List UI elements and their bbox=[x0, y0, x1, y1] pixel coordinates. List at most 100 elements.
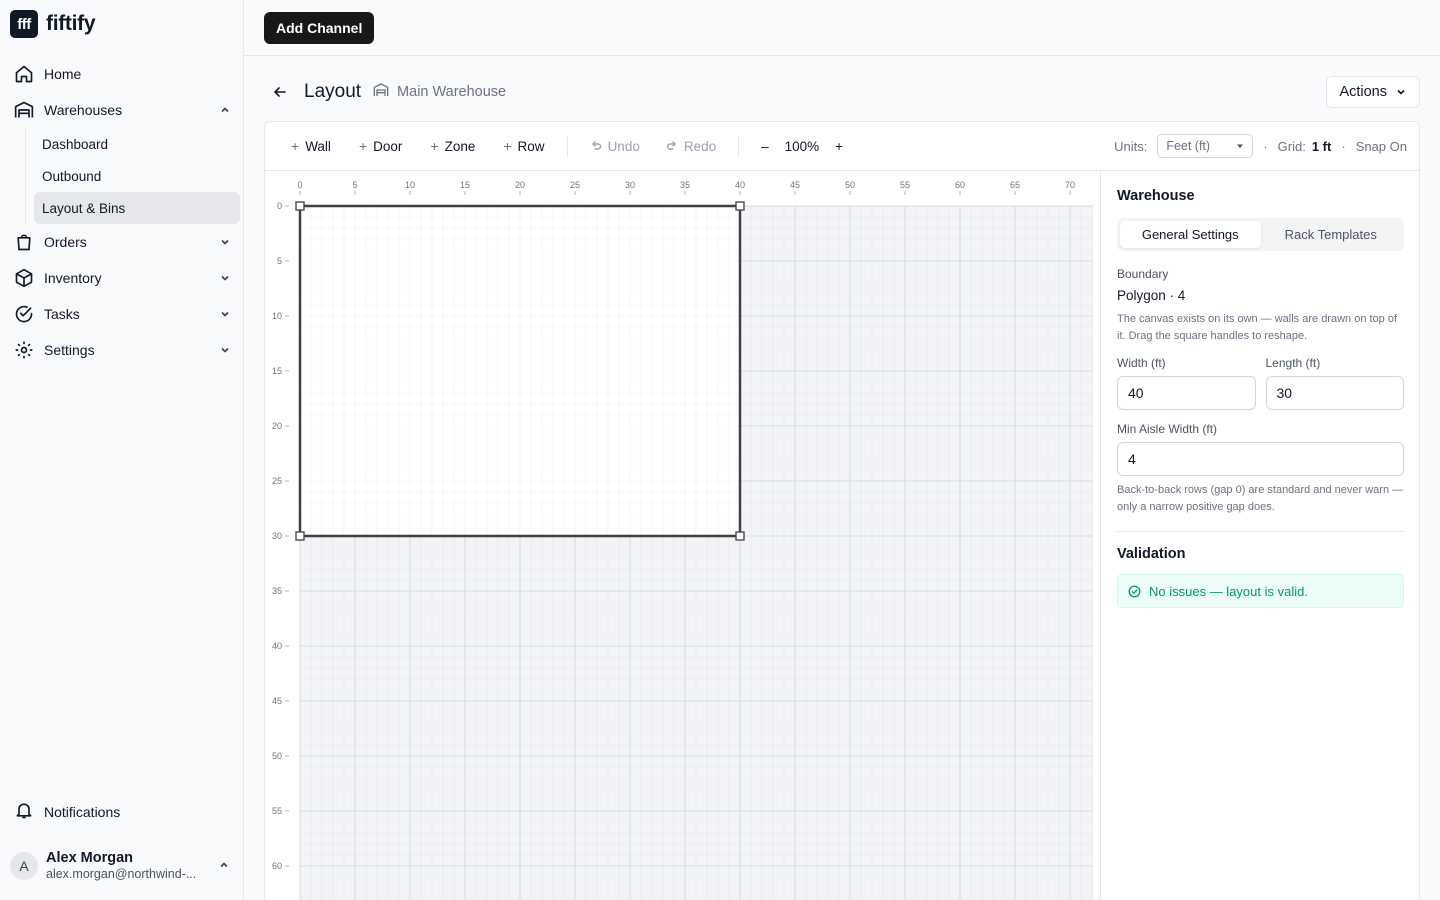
warehouses-subnav: Dashboard Outbound Layout & Bins bbox=[25, 128, 240, 224]
ruler-x-label: 50 bbox=[845, 180, 855, 190]
actions-button[interactable]: Actions bbox=[1326, 76, 1420, 108]
layout-canvas[interactable]: 0 5 10 15 20 25 30 35 40 45 50 55 60 65 70 0 5 10 15 20 25 30… bbox=[265, 172, 1100, 900]
boundary-label: Boundary bbox=[1117, 267, 1169, 281]
properties-panel: Warehouse General Settings Rack Template… bbox=[1100, 172, 1419, 900]
sidebar-item-home[interactable]: Home bbox=[8, 56, 240, 92]
add-door-label: Door bbox=[373, 138, 403, 154]
add-wall-button[interactable]: + Wall bbox=[281, 131, 341, 161]
validation-message: No issues — layout is valid. bbox=[1149, 583, 1308, 599]
avatar: A bbox=[10, 852, 38, 880]
chevron-up-icon bbox=[218, 858, 230, 874]
ruler-y-label: 25 bbox=[272, 476, 282, 486]
breadcrumb-warehouse[interactable]: Main Warehouse bbox=[397, 84, 506, 100]
sidebar-item-tasks[interactable]: Tasks bbox=[8, 296, 240, 332]
aisle-label: Min Aisle Width (ft) bbox=[1117, 422, 1218, 436]
undo-label: Undo bbox=[607, 138, 640, 154]
warehouse-icon bbox=[14, 100, 34, 120]
snap-toggle[interactable]: Snap On bbox=[1356, 139, 1407, 154]
boundary-handle[interactable] bbox=[735, 201, 745, 211]
sidebar-item-label: Tasks bbox=[44, 306, 80, 322]
sidebar: fff fiftify Home Warehouses Dashboard Ou… bbox=[0, 0, 244, 900]
boundary-handle[interactable] bbox=[735, 531, 745, 541]
boundary-handle[interactable] bbox=[295, 201, 305, 211]
editor-toolbar: + Wall + Door + Zone + Row Undo Redo – 100% … bbox=[265, 122, 1419, 171]
boundary-hint: The canvas exists on its own — walls are… bbox=[1117, 313, 1398, 342]
length-field: Length (ft) bbox=[1265, 356, 1404, 410]
length-input[interactable] bbox=[1265, 376, 1404, 410]
zoom-out-button[interactable]: – bbox=[751, 131, 779, 161]
sidebar-subitem-outbound[interactable]: Outbound bbox=[34, 160, 240, 192]
sidebar-item-label: Inventory bbox=[44, 270, 102, 286]
zoom-in-button[interactable]: + bbox=[825, 131, 853, 161]
ruler-x-label: 5 bbox=[352, 180, 357, 190]
sidebar-item-orders[interactable]: Orders bbox=[8, 224, 240, 260]
check-circle-icon bbox=[1128, 585, 1141, 597]
ruler-y-label: 50 bbox=[272, 751, 282, 761]
ruler-x-label: 20 bbox=[515, 180, 525, 190]
ruler-y-label: 35 bbox=[272, 586, 282, 596]
plus-icon: + bbox=[430, 138, 439, 154]
redo-icon bbox=[666, 141, 676, 150]
length-label: Length (ft) bbox=[1265, 356, 1321, 370]
page-header: Layout Main Warehouse Actions bbox=[264, 72, 1420, 112]
tab-rack-templates[interactable]: Rack Templates bbox=[1261, 221, 1402, 248]
chevron-down-icon bbox=[218, 307, 232, 321]
chevron-down-icon bbox=[218, 271, 232, 285]
width-input[interactable] bbox=[1117, 376, 1256, 410]
caret-down-icon bbox=[1237, 144, 1244, 148]
ruler-x-label: 45 bbox=[790, 180, 800, 190]
sidebar-item-warehouses[interactable]: Warehouses bbox=[8, 92, 240, 128]
ruler-y-label: 0 bbox=[277, 201, 282, 211]
validation-status: No issues — layout is valid. bbox=[1117, 574, 1404, 608]
user-menu[interactable]: A Alex Morgan alex.morgan@northwind-... bbox=[10, 846, 234, 886]
sidebar-nav: Home Warehouses Dashboard Outbound Layou… bbox=[8, 56, 240, 368]
ruler-y-label: 20 bbox=[272, 421, 282, 431]
units-select[interactable]: Feet (ft) bbox=[1157, 134, 1254, 158]
redo-button[interactable]: Redo bbox=[656, 131, 726, 161]
ruler-y-label: 15 bbox=[272, 366, 282, 376]
add-zone-button[interactable]: + Zone bbox=[420, 131, 485, 161]
grid-value: 1 ft bbox=[1311, 138, 1332, 154]
zoom-level: 100% bbox=[784, 138, 820, 154]
sidebar-item-settings[interactable]: Settings bbox=[8, 332, 240, 368]
canvas-svg[interactable]: 0 5 10 15 20 25 30 35 40 45 50 55 60 65 70 0 5 10 15 20 25 30… bbox=[265, 172, 1100, 900]
topbar: Add Channel bbox=[244, 0, 1440, 56]
toolbar-divider bbox=[566, 136, 568, 156]
add-row-button[interactable]: + Row bbox=[493, 131, 554, 161]
toolbar-divider bbox=[738, 136, 740, 156]
tab-general-settings[interactable]: General Settings bbox=[1120, 221, 1261, 248]
ruler-x-label: 35 bbox=[680, 180, 690, 190]
brand[interactable]: fff fiftify bbox=[10, 10, 96, 38]
ruler-x-label: 30 bbox=[625, 180, 635, 190]
ruler-y-label: 40 bbox=[272, 641, 282, 651]
ruler-x-label: 65 bbox=[1010, 180, 1020, 190]
arrow-left-icon bbox=[273, 87, 286, 97]
panel-tabs: General Settings Rack Templates bbox=[1117, 218, 1404, 251]
sidebar-item-inventory[interactable]: Inventory bbox=[8, 260, 240, 296]
add-door-button[interactable]: + Door bbox=[349, 131, 412, 161]
units-label: Units: bbox=[1114, 138, 1148, 154]
user-email: alex.morgan@northwind-... bbox=[46, 867, 197, 882]
dimensions-row: Width (ft) Length (ft) bbox=[1117, 356, 1404, 410]
aisle-row: Min Aisle Width (ft) bbox=[1117, 422, 1404, 476]
notifications-label: Notifications bbox=[44, 803, 121, 820]
back-button[interactable] bbox=[264, 76, 296, 108]
boundary-handle[interactable] bbox=[295, 531, 305, 541]
panel-title: Warehouse bbox=[1117, 188, 1195, 204]
aisle-input[interactable] bbox=[1117, 442, 1404, 476]
ruler-y-label: 30 bbox=[272, 531, 282, 541]
width-label: Width (ft) bbox=[1117, 356, 1166, 370]
sidebar-subitem-layout-bins[interactable]: Layout & Bins bbox=[34, 192, 240, 224]
width-field: Width (ft) bbox=[1117, 356, 1256, 410]
notifications-button[interactable]: Notifications bbox=[14, 800, 120, 823]
undo-button[interactable]: Undo bbox=[580, 131, 650, 161]
undo-icon bbox=[591, 141, 601, 150]
plus-icon: + bbox=[291, 138, 300, 154]
add-channel-button[interactable]: Add Channel bbox=[264, 12, 375, 44]
actions-label: Actions bbox=[1339, 84, 1387, 100]
separator-dot: · bbox=[1341, 138, 1346, 154]
layout-editor: + Wall + Door + Zone + Row Undo Redo – 100% … bbox=[264, 121, 1420, 900]
grid-label: Grid: bbox=[1277, 138, 1306, 154]
sidebar-subitem-dashboard[interactable]: Dashboard bbox=[34, 128, 240, 160]
chevron-down-icon bbox=[218, 343, 232, 357]
